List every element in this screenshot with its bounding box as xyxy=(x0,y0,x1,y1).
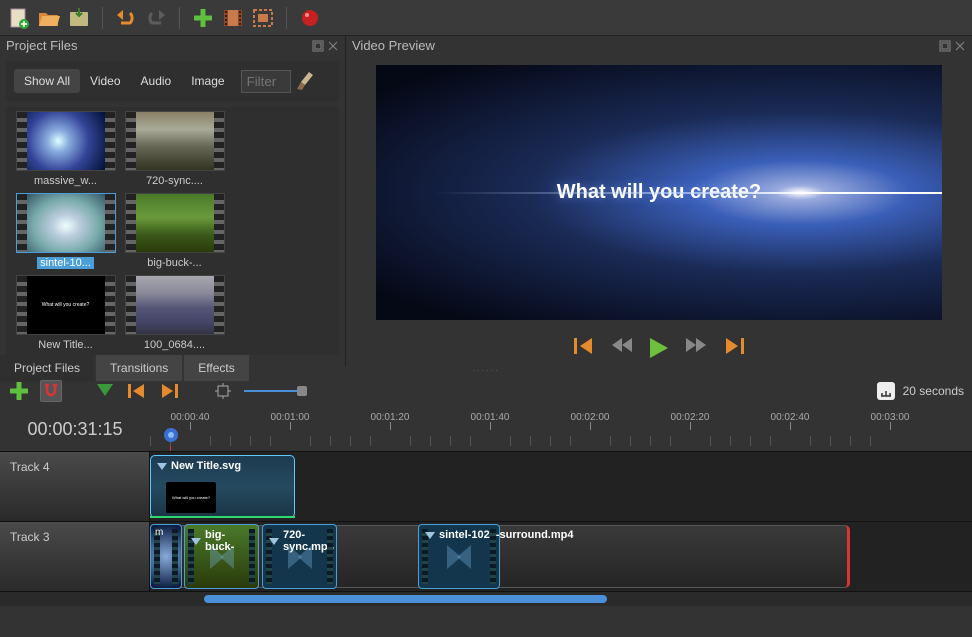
open-file-button[interactable] xyxy=(38,7,60,29)
project-files-title: Project Files xyxy=(6,38,78,53)
next-marker-button[interactable] xyxy=(158,380,180,402)
fast-forward-button[interactable] xyxy=(686,338,706,358)
redo-button[interactable] xyxy=(145,7,167,29)
timecode-display: 00:00:31:15 xyxy=(0,408,150,451)
timeline-ruler[interactable]: 00:00:4000:01:0000:01:2000:01:4000:02:00… xyxy=(150,408,972,451)
file-item[interactable]: massive_w... xyxy=(14,111,117,187)
brush-icon[interactable] xyxy=(297,72,315,90)
video-preview-panel: Video Preview What will you create? xyxy=(346,36,972,366)
snap-button[interactable] xyxy=(40,380,62,402)
timeline: 00:00:31:15 00:00:4000:01:0000:01:2000:0… xyxy=(0,408,972,606)
filter-bar: Show All Video Audio Image xyxy=(6,61,339,101)
rewind-button[interactable] xyxy=(612,338,632,358)
save-file-button[interactable] xyxy=(68,7,90,29)
new-file-button[interactable] xyxy=(8,7,30,29)
track-row: Track 4 New Title.svg What will you crea… xyxy=(0,452,972,522)
play-button[interactable] xyxy=(650,338,668,358)
record-button[interactable] xyxy=(299,7,321,29)
add-media-button[interactable] xyxy=(192,7,214,29)
video-preview-title: Video Preview xyxy=(352,38,435,53)
track-content[interactable]: New Title.svg What will you create? xyxy=(150,452,972,521)
file-item[interactable]: 720-sync.... xyxy=(123,111,226,187)
file-item[interactable]: big-buck-... xyxy=(123,193,226,269)
undo-button[interactable] xyxy=(115,7,137,29)
main-toolbar xyxy=(0,0,972,36)
filter-tab-video[interactable]: Video xyxy=(80,69,130,93)
project-files-panel: Project Files Show All Video Audio Image… xyxy=(0,36,346,366)
tab-project-files[interactable]: Project Files xyxy=(0,355,94,381)
clip-720sync[interactable]: 720-sync.mp4 xyxy=(262,524,337,589)
track-row: Track 3 m big-buck- 720-sync.mp4 sintel-… xyxy=(0,522,972,592)
undock-icon[interactable] xyxy=(939,40,951,52)
center-playhead-button[interactable] xyxy=(212,380,234,402)
tab-effects[interactable]: Effects xyxy=(184,355,248,381)
add-track-button[interactable] xyxy=(8,380,30,402)
video-preview-frame[interactable]: What will you create? xyxy=(376,65,942,320)
marker-button[interactable] xyxy=(94,380,116,402)
chevron-down-icon xyxy=(157,463,167,470)
clip-title[interactable]: New Title.svg What will you create? xyxy=(150,455,295,518)
clip-sintel[interactable]: sintel-1024-surround.mp4 xyxy=(418,524,500,589)
playback-controls xyxy=(346,330,972,366)
filter-tab-all[interactable]: Show All xyxy=(14,69,80,93)
zoom-slider[interactable] xyxy=(244,389,304,393)
timeline-scrollbar[interactable] xyxy=(0,592,972,606)
timeline-toolbar: 20 seconds xyxy=(0,374,972,408)
close-panel-icon[interactable] xyxy=(327,40,339,52)
track-content[interactable]: m big-buck- 720-sync.mp4 sintel-1024-sur… xyxy=(150,522,972,591)
close-panel-icon[interactable] xyxy=(954,40,966,52)
zoom-scale-icon xyxy=(877,382,895,400)
film-button[interactable] xyxy=(222,7,244,29)
file-item[interactable]: 100_0684.... xyxy=(123,275,226,351)
track-header[interactable]: Track 3 xyxy=(0,522,150,591)
clip-mini[interactable]: m xyxy=(150,524,182,589)
clip-big-buck[interactable]: big-buck- xyxy=(184,524,259,589)
file-item[interactable]: sintel-10... xyxy=(14,193,117,269)
project-bottom-tabs: Project Files Transitions Effects xyxy=(0,355,345,381)
filter-tab-audio[interactable]: Audio xyxy=(131,69,182,93)
files-grid: massive_w... 720-sync.... sintel-10... b… xyxy=(6,107,339,355)
prev-marker-button[interactable] xyxy=(126,380,148,402)
undock-icon[interactable] xyxy=(312,40,324,52)
filter-input[interactable] xyxy=(241,70,291,93)
file-item[interactable]: What will you create? New Title... xyxy=(14,275,117,351)
frame-tool-button[interactable] xyxy=(252,7,274,29)
jump-end-button[interactable] xyxy=(724,338,744,358)
tab-transitions[interactable]: Transitions xyxy=(96,355,182,381)
zoom-label: 20 seconds xyxy=(903,384,964,398)
track-header[interactable]: Track 4 xyxy=(0,452,150,521)
filter-tab-image[interactable]: Image xyxy=(181,69,234,93)
jump-start-button[interactable] xyxy=(574,338,594,358)
